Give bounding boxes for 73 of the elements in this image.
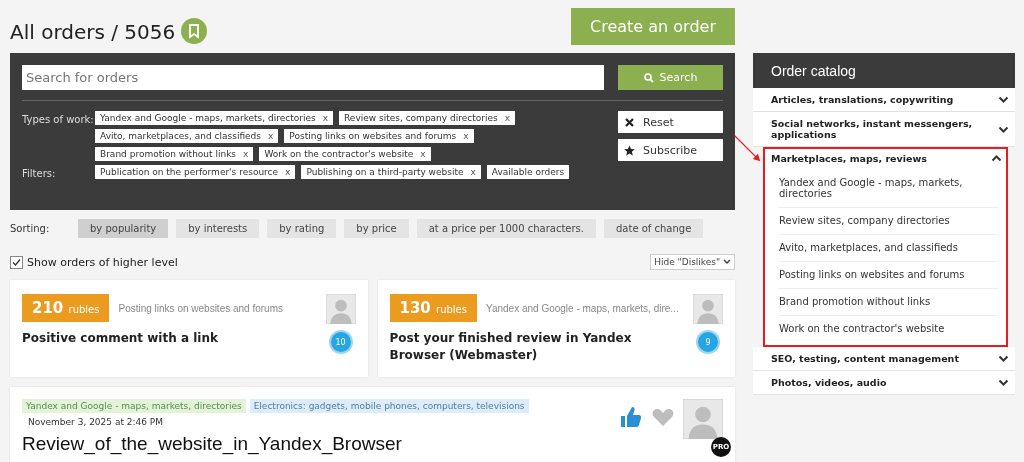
order-title: Post your finished review in Yandex Browser (Webmaster) (389, 330, 633, 364)
filter-label: Filters: (22, 167, 57, 179)
chevron-down-icon (998, 353, 1009, 364)
sort-option[interactable]: by price (344, 219, 409, 238)
category-tag[interactable]: Yandex and Google - maps, markets, directories (22, 399, 246, 413)
category-tag[interactable]: Electronics: gadgets, mobile phones, computers, televisions (249, 399, 529, 413)
catalog-title: Order catalog (753, 53, 1015, 88)
remove-tag-button[interactable]: x (322, 113, 328, 123)
filter-tag[interactable]: Work on the contractor's website x (259, 147, 431, 161)
order-title: Review_of_the_website_in_Yandex_Browser (22, 433, 403, 455)
bookmark-icon[interactable] (181, 18, 208, 44)
sort-option[interactable]: by interests (176, 219, 260, 238)
level-badge: 9 (698, 332, 718, 352)
catalog-subcategory[interactable]: Work on the contractor's website (779, 316, 998, 342)
order-title: Positive comment with a link (22, 330, 219, 347)
filter-tag[interactable]: Available orders (486, 165, 570, 179)
catalog-subcategory[interactable]: Review sites, company directories (779, 208, 998, 235)
avatar-icon (325, 294, 356, 324)
search-icon (643, 72, 654, 83)
catalog-subcategory[interactable]: Avito, marketplaces, and classifieds (779, 235, 998, 262)
order-card[interactable]: 130 rubles Yandex and Google - maps, markets, dire... Post your finished review in Yandex Browser (Webmaster) 9 (377, 280, 735, 377)
chevron-down-icon (723, 259, 731, 265)
price-badge: 210 rubles (22, 294, 110, 322)
order-category: Posting links on websites and forums (118, 302, 283, 314)
catalog-subcategory[interactable]: Brand promotion without links (779, 289, 998, 316)
close-icon (624, 116, 635, 128)
sort-option[interactable]: at a price per 1000 characters. (416, 219, 596, 238)
chevron-down-icon (998, 377, 1009, 388)
catalog-category[interactable]: Social networks, instant messengers, applications (753, 112, 1015, 146)
subscribe-button[interactable]: Subscribe (618, 139, 723, 161)
catalog-category[interactable]: Marketplaces, maps, reviews (763, 147, 1008, 170)
filter-tag[interactable]: Publication on the performer's resource x (95, 165, 296, 179)
annotation-arrow (734, 135, 761, 162)
catalog-category[interactable]: Photos, videos, audio (753, 371, 1015, 394)
remove-tag-button[interactable]: x (470, 167, 476, 177)
chevron-up-icon (991, 153, 1002, 164)
hide-dislikes-dropdown[interactable]: Hide "Dislikes" (650, 254, 735, 270)
remove-tag-button[interactable]: x (420, 149, 426, 159)
search-field[interactable]: Search for orders (22, 65, 604, 90)
order-card[interactable]: 210 rubles Posting links on websites and forums Positive comment with a link 10 (10, 280, 368, 377)
checkbox-label: Show orders of higher level (27, 255, 178, 269)
star-icon (624, 144, 635, 156)
remove-tag-button[interactable]: x (268, 131, 274, 141)
sorting-label: Sorting: (10, 223, 51, 234)
filter-tag[interactable]: Posting links on websites and forums x (284, 129, 474, 143)
filter-tag[interactable]: Avito, marketplaces, and classifieds x (95, 129, 279, 143)
filter-label: Types of work: (22, 113, 95, 127)
filter-tag[interactable]: Brand promotion without links x (95, 147, 254, 161)
order-date: November 3, 2025 at 2:46 PM (28, 417, 164, 427)
reset-button[interactable]: Reset (618, 111, 723, 133)
order-category: Yandex and Google - maps, markets, dire... (486, 302, 679, 314)
catalog-category[interactable]: SEO, testing, content management (753, 347, 1015, 370)
remove-tag-button[interactable]: x (285, 167, 291, 177)
thumbs-up-icon[interactable] (619, 405, 643, 429)
filter-tag[interactable]: Review sites, company directories x (339, 111, 515, 125)
filter-tag[interactable]: Yandex and Google - maps, markets, directories x (95, 111, 333, 125)
page-title: All orders / 5056 (10, 20, 176, 44)
catalog-subcategory[interactable]: Posting links on websites and forums (779, 262, 998, 289)
remove-tag-button[interactable]: x (243, 149, 249, 159)
avatar-icon (693, 294, 723, 324)
level-badge: 10 (330, 332, 351, 352)
sort-option[interactable]: by popularity (78, 219, 169, 238)
price-badge: 130 rubles (389, 294, 477, 322)
sort-option[interactable]: date of change (604, 219, 704, 238)
catalog-subcategory[interactable]: Yandex and Google - maps, markets, directories (779, 170, 998, 208)
sort-option[interactable]: by rating (267, 219, 337, 238)
avatar-icon (683, 399, 723, 439)
checkbox[interactable] (10, 255, 23, 269)
remove-tag-button[interactable]: x (504, 113, 510, 123)
filter-tag[interactable]: Publishing on a third-party website x (301, 165, 481, 179)
catalog-category[interactable]: Articles, translations, copywriting (753, 88, 1015, 111)
remove-tag-button[interactable]: x (463, 131, 469, 141)
chevron-down-icon (998, 94, 1009, 105)
